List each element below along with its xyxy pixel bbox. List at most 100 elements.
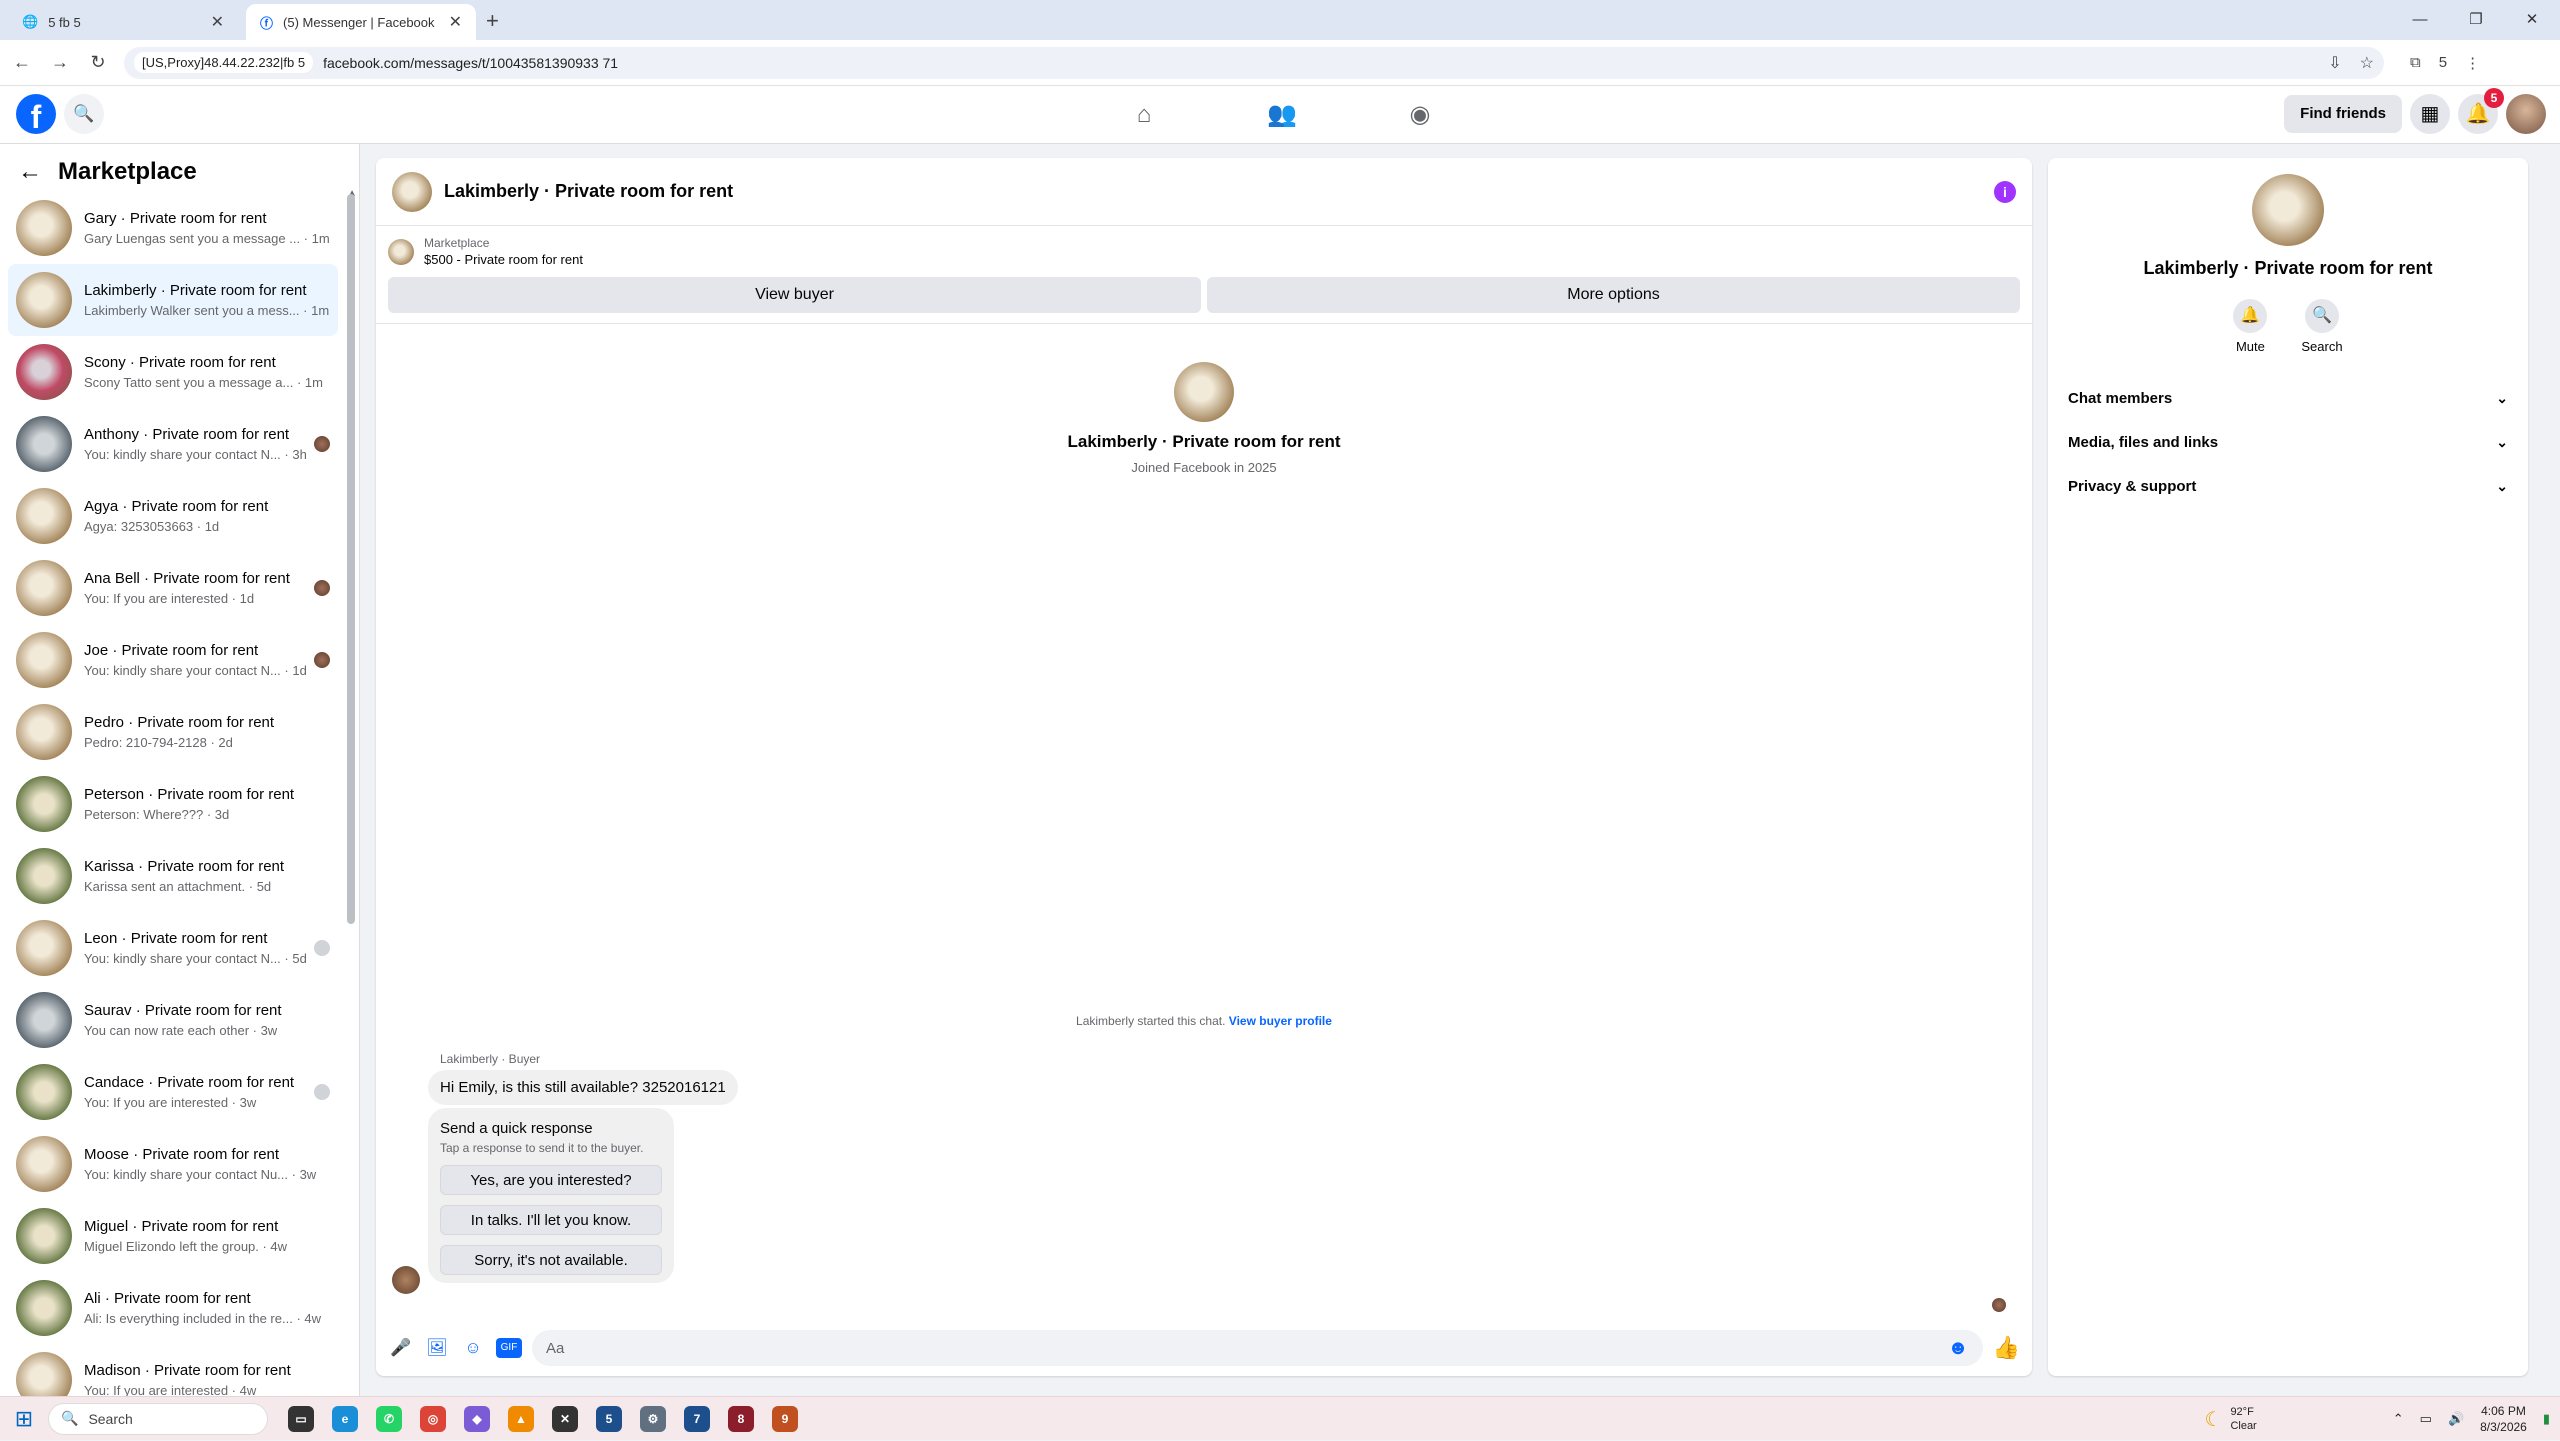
friends-icon[interactable]: 👥 xyxy=(1213,86,1351,144)
facebook-logo-icon[interactable]: f xyxy=(16,94,56,134)
conversation-item[interactable]: Anthony · Private room for rentYou: kind… xyxy=(8,408,338,480)
close-window-icon[interactable]: ✕ xyxy=(2504,0,2560,40)
quick-response-button[interactable]: In talks. I'll let you know. xyxy=(440,1205,662,1235)
menu-kebab-icon[interactable]: ⋮ xyxy=(2465,54,2480,72)
back-icon[interactable]: ← xyxy=(6,52,38,73)
microphone-icon[interactable]: 🎤 xyxy=(388,1335,414,1361)
extensions-icon[interactable]: ⧉ xyxy=(2410,54,2421,72)
conversation-item[interactable]: Agya · Private room for rentAgya: 325305… xyxy=(8,480,338,552)
mute-button[interactable]: 🔔 Mute xyxy=(2233,299,2267,354)
conversation-item[interactable]: Gary · Private room for rentGary Luengas… xyxy=(8,192,338,264)
clock[interactable]: 4:06 PM 8/3/2026 xyxy=(2480,1403,2527,1435)
conversation-item[interactable]: Joe · Private room for rentYou: kindly s… xyxy=(8,624,338,696)
browser-tab-2[interactable]: ⓕ (5) Messenger | Facebook ✕ xyxy=(246,4,476,40)
search-conversation-button[interactable]: 🔍 Search xyxy=(2301,299,2342,354)
profile-icon[interactable]: ◉ xyxy=(1351,86,1489,144)
section-chat-members[interactable]: Chat members ⌄ xyxy=(2060,376,2516,420)
chrome-icon[interactable]: ◎ xyxy=(420,1406,446,1432)
close-tab-icon[interactable]: ✕ xyxy=(449,12,462,32)
conversation-item[interactable]: Scony · Private room for rentScony Tatto… xyxy=(8,336,338,408)
network-icon[interactable]: ▭ xyxy=(2420,1411,2432,1427)
conversation-item[interactable]: Moose · Private room for rentYou: kindly… xyxy=(8,1128,338,1200)
back-arrow-icon[interactable]: ← xyxy=(18,158,42,186)
buyer-avatar[interactable] xyxy=(392,1266,420,1294)
account-avatar[interactable] xyxy=(2506,94,2546,134)
gif-icon[interactable]: GIF xyxy=(496,1338,522,1358)
read-receipt-avatar xyxy=(314,1084,330,1100)
volume-icon[interactable]: 🔊 xyxy=(2448,1411,2464,1427)
thumbs-up-icon[interactable]: 👍 xyxy=(1993,1335,2020,1361)
url-text[interactable]: facebook.com/messages/t/10043581390933 7… xyxy=(323,55,2328,71)
listing-summary[interactable]: Marketplace $500 - Private room for rent xyxy=(376,226,2032,277)
quick-response-button[interactable]: Sorry, it's not available. xyxy=(440,1245,662,1275)
details-avatar[interactable] xyxy=(2252,174,2324,246)
started-text: Lakimberly started this chat. xyxy=(1076,1014,1225,1028)
conversation-item[interactable]: Peterson · Private room for rentPeterson… xyxy=(8,768,338,840)
profile-number[interactable]: 5 xyxy=(2439,54,2447,72)
conversation-name: Ali · Private room for rent xyxy=(84,1290,330,1307)
photo-icon[interactable]: 🖼 xyxy=(424,1335,450,1361)
more-options-button[interactable]: More options xyxy=(1207,277,2020,313)
conversation-item[interactable]: Leon · Private room for rentYou: kindly … xyxy=(8,912,338,984)
app-icon[interactable]: ✕ xyxy=(552,1406,578,1432)
conversation-item[interactable]: Ali · Private room for rent Ali: Is every… xyxy=(8,1272,338,1344)
browser-profile-icon[interactable]: 8 xyxy=(728,1406,754,1432)
browser-tab-1[interactable]: 🌐 5 fb 5 ✕ xyxy=(8,4,238,40)
conversation-item[interactable]: Candace · Private room for rentYou: If y… xyxy=(8,1056,338,1128)
section-media-files-links[interactable]: Media, files and links ⌄ xyxy=(2060,420,2516,464)
settings-icon[interactable]: ⚙ xyxy=(640,1406,666,1432)
conversation-item[interactable]: Ana Bell · Private room for rentYou: If … xyxy=(8,552,338,624)
conversation-preview: Ali: Is everything included in the re...… xyxy=(84,1311,330,1326)
browser-profile-icon[interactable]: 7 xyxy=(684,1406,710,1432)
bookmark-star-icon[interactable]: ☆ xyxy=(2360,53,2374,73)
conversation-item[interactable]: Madison · Private room for rentYou: If y… xyxy=(8,1344,338,1396)
info-icon[interactable]: i xyxy=(1994,181,2016,203)
new-tab-icon[interactable]: + xyxy=(486,8,499,34)
edge-icon[interactable]: e xyxy=(332,1406,358,1432)
conversation-item[interactable]: Miguel · Private room for rentMiguel Eli… xyxy=(8,1200,338,1272)
address-bar[interactable]: [US,Proxy]48.44.22.232|fb 5 facebook.com… xyxy=(124,47,2384,79)
conversation-item[interactable]: Pedro · Private room for rentPedro: 210-… xyxy=(8,696,338,768)
reload-icon[interactable]: ↻ xyxy=(82,52,114,73)
close-tab-icon[interactable]: ✕ xyxy=(211,12,224,32)
emoji-icon[interactable]: ☻ xyxy=(1948,1337,1969,1360)
intro-name: Lakimberly · Private room for rent xyxy=(376,432,2032,452)
bell-icon: 🔔 xyxy=(2233,299,2267,333)
conversation-preview: Miguel Elizondo left the group. · 4w xyxy=(84,1239,330,1254)
proxy-chip[interactable]: [US,Proxy]48.44.22.232|fb 5 xyxy=(134,52,313,73)
vlc-icon[interactable]: ▲ xyxy=(508,1406,534,1432)
minimize-icon[interactable]: — xyxy=(2392,0,2448,40)
sticker-icon[interactable]: ☺ xyxy=(460,1335,486,1361)
file-explorer-icon[interactable]: ▭ xyxy=(288,1406,314,1432)
chat-title[interactable]: Lakimberly · Private room for rent xyxy=(444,181,1994,202)
conversation-item[interactable]: Lakimberly · Private room for rentLakimb… xyxy=(8,264,338,336)
app-icon[interactable]: ◆ xyxy=(464,1406,490,1432)
taskbar-search[interactable]: 🔍 Search xyxy=(48,1403,268,1435)
weather-widget[interactable]: ☾ 92°F Clear xyxy=(2205,1405,2257,1433)
section-privacy-support[interactable]: Privacy & support ⌄ xyxy=(2060,464,2516,508)
whatsapp-icon[interactable]: ✆ xyxy=(376,1406,402,1432)
intro-avatar[interactable] xyxy=(1174,362,1234,422)
restore-icon[interactable]: ❐ xyxy=(2448,0,2504,40)
conversation-item[interactable]: Karissa · Private room for rentKarissa s… xyxy=(8,840,338,912)
forward-icon[interactable]: → xyxy=(44,52,76,73)
sidebar-scrollbar[interactable] xyxy=(347,194,355,924)
home-icon[interactable]: ⌂ xyxy=(1075,86,1213,144)
search-label: Search xyxy=(2301,339,2342,354)
view-buyer-button[interactable]: View buyer xyxy=(388,277,1201,313)
quick-response-button[interactable]: Yes, are you interested? xyxy=(440,1165,662,1195)
search-icon[interactable]: 🔍 xyxy=(64,94,104,134)
menu-grid-icon[interactable]: ▦ xyxy=(2410,94,2450,134)
find-friends-button[interactable]: Find friends xyxy=(2284,95,2402,133)
browser-profile-icon[interactable]: 9 xyxy=(772,1406,798,1432)
view-buyer-profile-link[interactable]: View buyer profile xyxy=(1229,1014,1332,1028)
message-input[interactable]: Aa ☻ xyxy=(532,1330,1983,1366)
windows-start-icon[interactable]: ⊞ xyxy=(0,1406,48,1432)
chevron-up-icon[interactable]: ⌃ xyxy=(2393,1411,2404,1427)
browser-profile-icon[interactable]: 5 xyxy=(596,1406,622,1432)
notifications-bell-icon[interactable]: 🔔5 xyxy=(2458,94,2498,134)
chat-avatar[interactable] xyxy=(392,172,432,212)
notification-icon[interactable]: ▮ xyxy=(2543,1411,2550,1427)
conversation-item[interactable]: Saurav · Private room for rentYou can no… xyxy=(8,984,338,1056)
install-icon[interactable]: ⇩ xyxy=(2328,53,2341,73)
